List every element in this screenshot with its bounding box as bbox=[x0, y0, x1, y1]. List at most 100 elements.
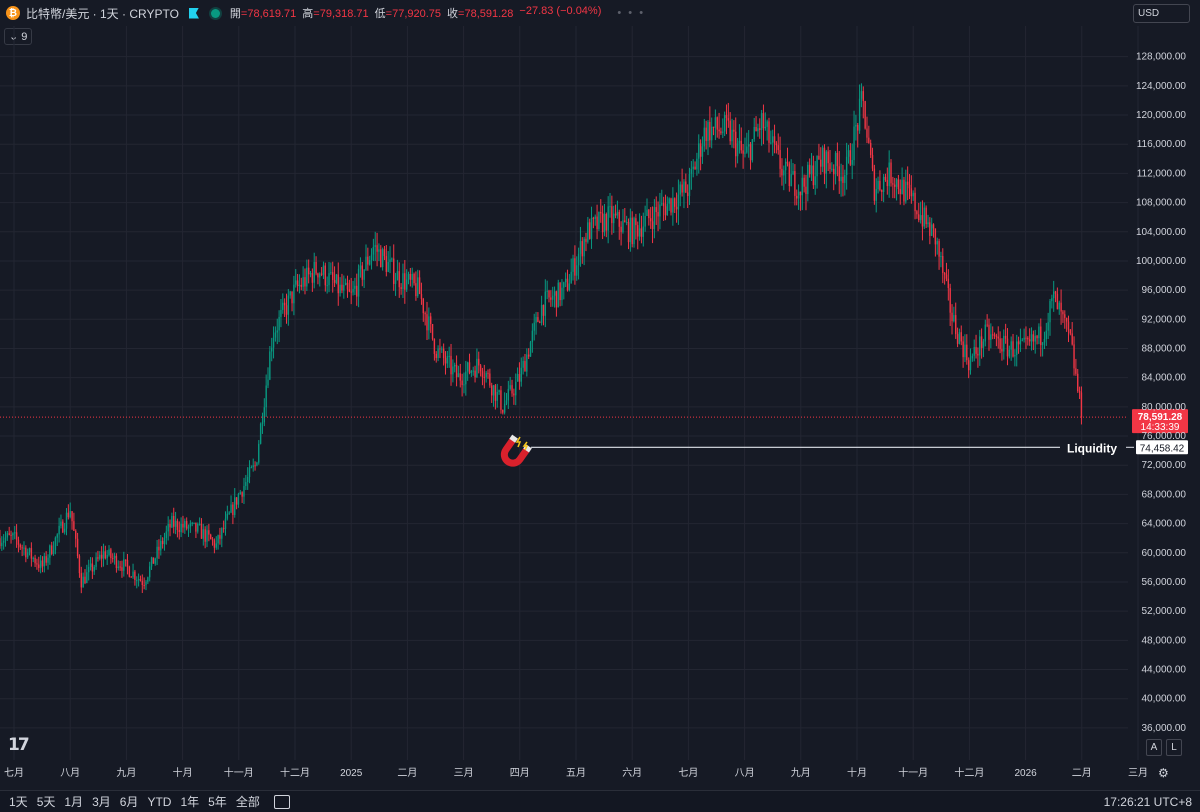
range-button-5y[interactable]: 5年 bbox=[208, 793, 227, 810]
candle-body bbox=[307, 267, 310, 275]
candle-body bbox=[1043, 338, 1046, 343]
candle-body bbox=[346, 282, 349, 290]
candle-body bbox=[439, 348, 441, 350]
candle-body bbox=[897, 179, 900, 189]
candle-body bbox=[823, 147, 826, 174]
candle-body bbox=[1069, 329, 1072, 334]
candle-body bbox=[1040, 326, 1042, 346]
candle-body bbox=[446, 356, 449, 364]
candle-body bbox=[295, 280, 297, 285]
candle-body bbox=[452, 366, 454, 375]
candle-body bbox=[141, 581, 143, 586]
candle-body bbox=[184, 521, 186, 528]
candle-body bbox=[788, 163, 791, 187]
time-tick-label: 十一月 bbox=[224, 766, 254, 779]
candle-body bbox=[515, 381, 517, 396]
candle-body bbox=[202, 529, 205, 539]
candle-body bbox=[444, 358, 447, 364]
candle-body bbox=[638, 228, 641, 237]
candle-body bbox=[339, 284, 341, 294]
candle-body bbox=[969, 358, 972, 371]
range-button-3m[interactable]: 3月 bbox=[92, 793, 111, 810]
candle-body bbox=[657, 212, 659, 217]
candle-body bbox=[51, 545, 53, 554]
candle-body bbox=[537, 317, 539, 322]
candle-body bbox=[472, 370, 474, 372]
candle-body bbox=[544, 291, 547, 316]
candle-body bbox=[206, 530, 208, 542]
candle-body bbox=[219, 535, 221, 539]
candle-body bbox=[104, 551, 107, 559]
candle-body bbox=[12, 533, 14, 536]
candle-body bbox=[1075, 368, 1077, 374]
candle-body bbox=[548, 290, 550, 298]
candle-body bbox=[374, 245, 376, 247]
candle-body bbox=[8, 533, 10, 535]
candle-body bbox=[1058, 302, 1060, 310]
candle-body bbox=[518, 374, 521, 382]
candle-body bbox=[881, 189, 883, 193]
candle-body bbox=[749, 144, 752, 161]
candle-body bbox=[1047, 322, 1049, 331]
candle-body bbox=[890, 162, 892, 184]
candle-body bbox=[300, 284, 302, 287]
candle-body bbox=[962, 341, 964, 358]
log-scale-button[interactable]: L bbox=[1166, 739, 1182, 756]
range-button-1y[interactable]: 1年 bbox=[180, 793, 199, 810]
calendar-icon[interactable] bbox=[273, 794, 290, 809]
candle-body bbox=[605, 213, 608, 231]
candle-body bbox=[576, 265, 578, 276]
candle-body bbox=[936, 241, 938, 245]
gear-icon[interactable]: ⚙ bbox=[1158, 766, 1169, 780]
candle-body bbox=[193, 522, 195, 524]
range-button-all[interactable]: 全部 bbox=[236, 793, 260, 810]
candle-body bbox=[625, 221, 628, 223]
candle-body bbox=[703, 127, 705, 147]
candle-body bbox=[1073, 344, 1075, 369]
candle-body bbox=[877, 180, 879, 190]
price-chart[interactable]: 78,591.2814:33:39Liquidity 74,458.42 128,… bbox=[0, 0, 1200, 790]
candle-body bbox=[311, 273, 314, 283]
tradingview-logo[interactable]: 17 bbox=[8, 735, 30, 755]
candle-body bbox=[62, 521, 64, 533]
candle-body bbox=[350, 291, 352, 293]
range-button-1m[interactable]: 1月 bbox=[64, 793, 83, 810]
candle-body bbox=[326, 285, 328, 287]
candle-body bbox=[99, 554, 101, 559]
candle-body bbox=[918, 214, 920, 221]
candle-body bbox=[319, 273, 321, 278]
range-button-6m[interactable]: 6月 bbox=[120, 793, 139, 810]
auto-scale-button[interactable]: A bbox=[1146, 739, 1162, 756]
candle-body bbox=[394, 280, 397, 284]
candle-body bbox=[777, 145, 779, 151]
candle-body bbox=[833, 168, 835, 175]
range-button-5d[interactable]: 5天 bbox=[37, 793, 56, 810]
candle-body bbox=[494, 385, 497, 401]
candle-body bbox=[794, 171, 796, 196]
candle-body bbox=[470, 370, 473, 374]
candle-body bbox=[204, 529, 206, 542]
candle-body bbox=[302, 277, 304, 287]
candle-body bbox=[679, 184, 681, 195]
candle-body bbox=[402, 273, 404, 290]
clock[interactable]: 17:26:21 UTC+8 bbox=[1104, 795, 1192, 809]
candle-body bbox=[705, 127, 707, 141]
candle-body bbox=[818, 155, 820, 160]
range-button-ytd[interactable]: YTD bbox=[147, 795, 171, 809]
candle-body bbox=[167, 524, 169, 532]
candle-body bbox=[526, 354, 528, 372]
price-tick-label: 120,000.00 bbox=[1136, 110, 1186, 121]
range-button-1d[interactable]: 1天 bbox=[9, 793, 28, 810]
candle-body bbox=[766, 121, 768, 127]
candle-body bbox=[594, 216, 596, 219]
candle-body bbox=[376, 245, 378, 252]
candle-body bbox=[1023, 337, 1025, 340]
price-tick-label: 96,000.00 bbox=[1142, 285, 1187, 296]
candle-body bbox=[1008, 349, 1011, 357]
candle-body bbox=[786, 161, 789, 164]
candle-body bbox=[855, 125, 857, 127]
candle-body bbox=[930, 224, 933, 236]
candle-body bbox=[527, 354, 530, 357]
candle-body bbox=[844, 175, 846, 183]
candle-body bbox=[910, 188, 913, 197]
